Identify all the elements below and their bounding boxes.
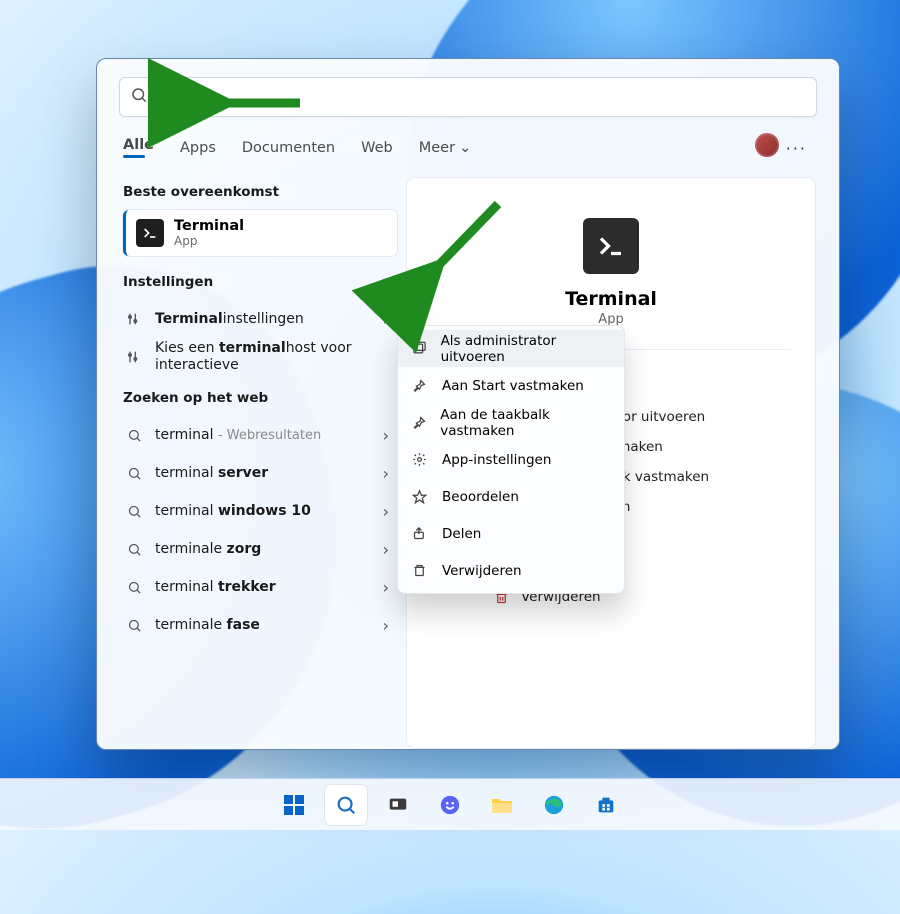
taskbar-taskview[interactable] [377,785,419,825]
search-icon [123,580,145,595]
context-menu-item[interactable]: Beoordelen [398,478,624,515]
web-suggestion-label: terminale zorg [155,541,383,557]
start-search-panel: Alle Apps Documenten Web Meer⌄ ··· Beste… [96,58,840,750]
taskbar-explorer[interactable] [481,785,523,825]
best-match-title: Terminal [174,218,244,234]
context-icon [412,452,430,467]
setting-kies-terminalhost[interactable]: Kies een terminalhost voor interactieve [123,338,397,376]
search-icon [123,504,145,519]
context-menu: Als administrator uitvoeren Aan Start vas… [397,325,625,594]
best-match-subtitle: App [174,234,244,248]
tab-apps[interactable]: Apps [180,140,216,162]
taskbar-store[interactable] [585,785,627,825]
details-title: Terminal [407,288,815,310]
context-icon [412,489,430,504]
taskbar-start[interactable] [273,785,315,825]
taskbar [0,778,900,830]
context-label: Beoordelen [442,489,519,505]
tab-all[interactable]: Alle [123,137,154,164]
web-suggestion[interactable]: terminal server› [123,454,397,492]
context-label: Verwijderen [442,563,522,579]
context-icon [412,563,430,578]
annotation-arrow [420,196,510,290]
taskbar-chat[interactable] [429,785,471,825]
setting-item-label: Kies een terminalhost voor interactieve [155,340,389,374]
tab-more[interactable]: Meer⌄ [419,140,471,162]
chevron-right-icon: › [383,464,389,483]
web-suggestion[interactable]: terminale zorg› [123,530,397,568]
search-icon [123,542,145,557]
taskbar-search[interactable] [325,785,367,825]
search-icon [123,428,145,443]
web-suggestion-label: terminal windows 10 [155,503,383,519]
section-search-web: Zoeken op het web [123,390,397,406]
context-menu-item[interactable]: Als administrator uitvoeren [398,330,624,367]
chevron-right-icon: › [383,502,389,521]
web-suggestion-label: terminal trekker [155,579,383,595]
tab-docs[interactable]: Documenten [242,140,335,162]
chevron-right-icon: › [383,310,389,329]
context-label: App-instellingen [442,452,551,468]
context-menu-item[interactable]: Delen [398,515,624,552]
search-icon [123,618,145,633]
terminal-icon [136,219,164,247]
sliders-icon [123,349,145,365]
context-icon [412,378,430,393]
section-settings: Instellingen [123,274,397,290]
context-icon [412,341,429,356]
search-icon [123,466,145,481]
annotation-arrow [210,86,310,124]
chevron-right-icon: › [383,426,389,445]
setting-terminal-instellingen[interactable]: Terminalinstellingen › [123,300,397,338]
chevron-right-icon: › [383,540,389,559]
app-large-icon [583,218,639,274]
web-suggestion[interactable]: terminal - Webresultaten› [123,416,397,454]
more-options-button[interactable]: ··· [786,139,807,158]
context-icon [412,415,428,430]
web-suggestion[interactable]: terminal trekker› [123,568,397,606]
context-menu-item[interactable]: Aan de taakbalk vastmaken [398,404,624,441]
context-label: Als administrator uitvoeren [441,333,610,365]
setting-item-label: Terminalinstellingen [155,311,383,327]
chevron-right-icon: › [383,578,389,597]
web-suggestion-label: terminal - Webresultaten [155,427,383,443]
section-best-match: Beste overeenkomst [123,184,397,200]
context-menu-item[interactable]: Aan Start vastmaken [398,367,624,404]
results-column: Beste overeenkomst Terminal App Instelli… [97,178,397,748]
search-icon [130,86,148,108]
web-suggestion-label: terminal server [155,465,383,481]
web-suggestion[interactable]: terminale fase› [123,606,397,644]
context-label: Aan Start vastmaken [442,378,584,394]
sliders-icon [123,311,145,327]
context-menu-item[interactable]: Verwijderen [398,552,624,589]
context-label: Delen [442,526,481,542]
user-avatar[interactable] [755,133,779,157]
web-suggestion-label: terminale fase [155,617,383,633]
chevron-right-icon: › [383,616,389,635]
chevron-down-icon: ⌄ [459,140,471,156]
context-icon [412,526,430,541]
web-suggestion[interactable]: terminal windows 10› [123,492,397,530]
filter-tabs: Alle Apps Documenten Web Meer⌄ ··· [123,137,813,164]
tab-web[interactable]: Web [361,140,393,162]
context-label: Aan de taakbalk vastmaken [440,407,610,439]
best-match-terminal[interactable]: Terminal App [123,210,397,256]
taskbar-edge[interactable] [533,785,575,825]
context-menu-item[interactable]: App-instellingen [398,441,624,478]
